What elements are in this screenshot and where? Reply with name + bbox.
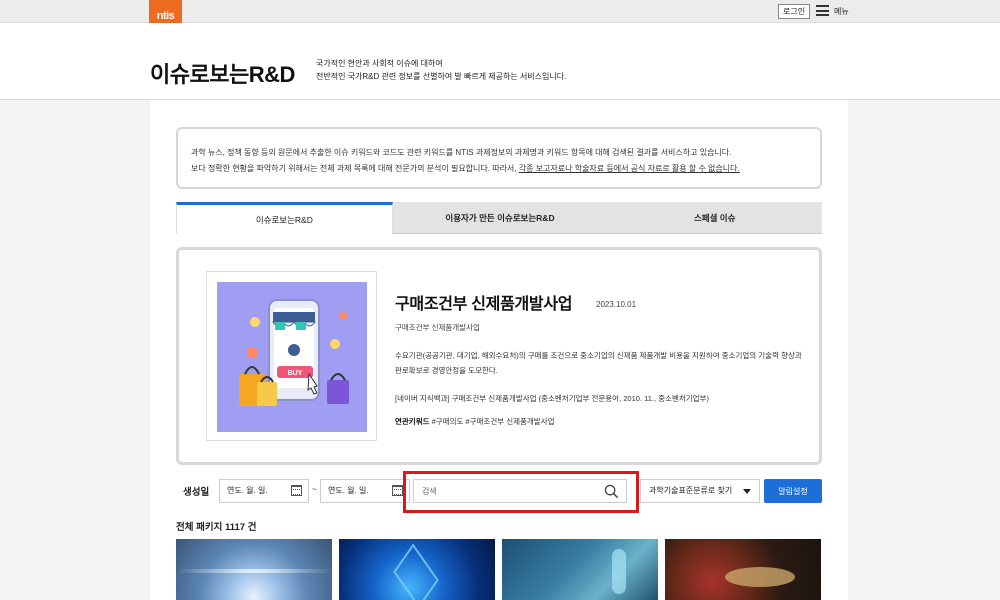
menu-label[interactable]: 메뉴 bbox=[834, 6, 849, 17]
hamburger-menu-icon[interactable] bbox=[816, 5, 829, 16]
tab-bar: 이슈로보는R&D 이용자가 만든 이슈로보는R&D 스페셜 이슈 bbox=[176, 202, 823, 234]
featured-issue-keywords: 연관키워드 #구매의도 #구매조건부 신제품개발사업 bbox=[395, 416, 555, 427]
featured-issue-description: 수요기관(공공기관, 대기업, 해외수요처)의 구매를 조건으로 중소기업의 신… bbox=[395, 351, 802, 375]
calendar-icon[interactable] bbox=[392, 485, 403, 496]
featured-issue-card[interactable]: BUY 구매조건부 신제품개발사업 2023.10.01 구매조건부 신제품개발… bbox=[176, 247, 822, 465]
end-date-input[interactable]: 연도. 월. 일. bbox=[320, 479, 410, 503]
notice-line2: 보다 정확한 현황을 파악하기 위해서는 전체 과제 목록에 대해 전문가의 분… bbox=[191, 161, 807, 177]
notice-box: 과학 뉴스, 정책 동향 등의 원문에서 추출한 이슈 키워드와 코드도 관련 … bbox=[176, 127, 822, 189]
created-date-label: 생성일 bbox=[183, 487, 210, 498]
total-package-count: 전체 패키지 1117 건 bbox=[176, 522, 257, 533]
package-thumbnail[interactable] bbox=[176, 539, 332, 600]
page-description-line1: 국가적인 현안과 사회적 이슈에 대하여 bbox=[316, 59, 443, 68]
package-thumbnail-grid bbox=[176, 539, 822, 600]
page-description-line2: 전반적인 국가R&D 관련 정보를 선별하여 발 빠르게 제공하는 서비스입니다… bbox=[316, 72, 567, 81]
search-input[interactable] bbox=[414, 480, 594, 502]
tab-issue-rd[interactable]: 이슈로보는R&D bbox=[176, 202, 393, 234]
notice-line1: 과학 뉴스, 정책 동향 등의 원문에서 추출한 이슈 키워드와 코드도 관련 … bbox=[191, 148, 732, 157]
package-thumbnail[interactable] bbox=[502, 539, 658, 600]
svg-text:BUY: BUY bbox=[288, 370, 303, 377]
featured-issue-image[interactable]: BUY bbox=[206, 271, 377, 441]
online-shopping-illustration-icon: BUY bbox=[217, 282, 367, 432]
featured-issue-reference: [네이버 지식백과] 구매조건부 신제품개발사업 (중소벤처기업부 전문용어, … bbox=[395, 394, 709, 403]
keywords-label: 연관키워드 bbox=[395, 417, 430, 426]
top-bar: ntis 로그인 메뉴 bbox=[0, 0, 1000, 32]
package-thumbnail[interactable] bbox=[665, 539, 821, 600]
notice-line2-text: 보다 정확한 현황을 파악하기 위해서는 전체 과제 목록에 대해 전문가의 분… bbox=[191, 164, 519, 173]
search-box[interactable] bbox=[413, 479, 627, 503]
start-date-placeholder: 연도. 월. 일. bbox=[227, 486, 268, 495]
end-date-placeholder: 연도. 월. 일. bbox=[328, 486, 369, 495]
page-header: 이슈로보는R&D 국가적인 현안과 사회적 이슈에 대하여 전반적인 국가R&D… bbox=[0, 23, 1000, 100]
featured-issue-title[interactable]: 구매조건부 신제품개발사업 bbox=[395, 290, 572, 314]
chevron-down-icon bbox=[743, 489, 751, 494]
main-content: 과학 뉴스, 정책 동향 등의 원문에서 추출한 이슈 키워드와 코드도 관련 … bbox=[150, 100, 848, 600]
login-button[interactable]: 로그인 bbox=[778, 4, 811, 19]
search-icon[interactable] bbox=[604, 484, 619, 499]
category-select[interactable]: 과학기술표준분류로 찾기 bbox=[640, 479, 760, 503]
package-thumbnail[interactable] bbox=[339, 539, 495, 600]
category-select-label: 과학기술표준분류로 찾기 bbox=[649, 486, 733, 495]
keywords-list[interactable]: #구매의도 #구매조건부 신제품개발사업 bbox=[432, 417, 555, 426]
tab-user-issue-rd[interactable]: 이용자가 만든 이슈로보는R&D bbox=[392, 202, 608, 234]
page-description: 국가적인 현안과 사회적 이슈에 대하여 전반적인 국가R&D 관련 정보를 선… bbox=[316, 57, 566, 83]
calendar-icon[interactable] bbox=[291, 485, 302, 496]
featured-issue-date: 2023.10.01 bbox=[596, 300, 637, 309]
start-date-input[interactable]: 연도. 월. 일. bbox=[219, 479, 309, 503]
date-range-separator: ~ bbox=[312, 485, 317, 494]
page-title: 이슈로보는R&D bbox=[150, 62, 295, 87]
tab-special-issue[interactable]: 스페셜 이슈 bbox=[607, 202, 823, 234]
notice-disclaimer: 각종 보고자료나 학술자료 등에서 공식 자료로 활용 할 수 없습니다. bbox=[518, 164, 740, 173]
alert-settings-button[interactable]: 알림설정 bbox=[764, 479, 822, 503]
featured-issue-subtitle: 구매조건부 신제품개발사업 bbox=[395, 323, 480, 332]
